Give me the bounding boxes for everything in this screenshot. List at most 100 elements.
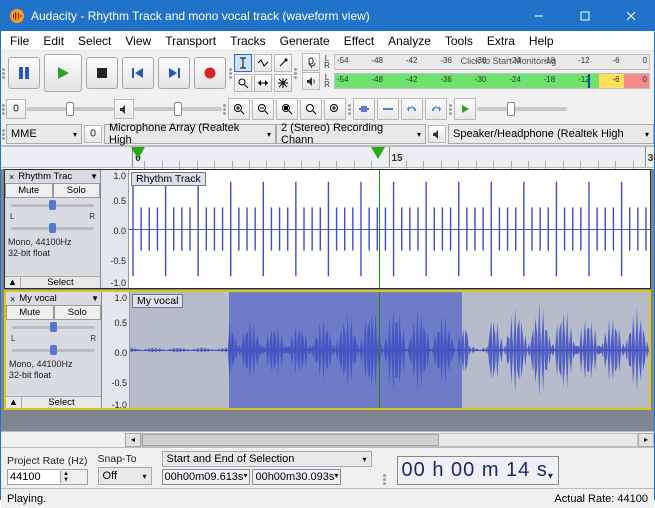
menu-view[interactable]: View (118, 32, 158, 50)
scroll-left-button[interactable]: ◂ (125, 433, 141, 447)
horizontal-scrollbar[interactable]: ◂ ▸ (1, 431, 654, 447)
transport-toolbar (6, 51, 228, 95)
scroll-track[interactable] (141, 433, 638, 447)
close-track-icon[interactable]: × (8, 294, 17, 304)
waveform-display[interactable]: Rhythm Track (129, 170, 650, 288)
chevron-down-icon[interactable]: ▼ (91, 294, 99, 303)
play-meter-icon[interactable] (302, 72, 320, 90)
snap-to-label: Snap-To (98, 453, 152, 465)
selection-end-field[interactable]: 00h00m30.093s▾ (252, 469, 341, 485)
project-rate-field[interactable]: ▲▼ (7, 469, 88, 485)
playback-meter[interactable]: -54-48-42-36-30-24-18-12-60 (334, 73, 650, 89)
timeline-ruler[interactable]: 01530 (1, 146, 654, 168)
toolbar-grip[interactable] (448, 104, 453, 115)
skip-end-button[interactable] (158, 57, 190, 89)
menu-file[interactable]: File (3, 32, 36, 50)
select-track-button[interactable]: Select (21, 277, 100, 288)
close-track-icon[interactable]: × (7, 172, 16, 182)
track-name-menu[interactable]: Rhythm Trac (18, 171, 88, 182)
menu-analyze[interactable]: Analyze (381, 32, 438, 50)
recording-meter[interactable]: Click to Start Monitoring -54-48-42-36-3… (334, 54, 650, 70)
menu-select[interactable]: Select (71, 32, 118, 50)
collapse-button[interactable]: ▲ (5, 277, 21, 288)
menu-edit[interactable]: Edit (36, 32, 71, 50)
fit-project-button[interactable] (300, 98, 322, 120)
track-control-panel[interactable]: ×Rhythm Trac▼MuteSoloLRMono, 44100Hz32-b… (5, 170, 101, 288)
skip-start-button[interactable] (122, 57, 154, 89)
menu-help[interactable]: Help (522, 32, 561, 50)
track-control-panel[interactable]: ×My vocal▼MuteSoloLRMono, 44100Hz32-bit … (6, 292, 102, 408)
trim-button[interactable] (353, 98, 375, 120)
track-name-menu[interactable]: My vocal (19, 293, 89, 304)
multi-tool[interactable] (274, 74, 292, 92)
collapse-button[interactable]: ▲ (6, 397, 22, 408)
menu-generate[interactable]: Generate (273, 32, 337, 50)
zoom-in-button[interactable] (228, 98, 250, 120)
redo-button[interactable] (425, 98, 447, 120)
chevron-down-icon[interactable]: ▼ (90, 172, 98, 181)
audio-position-field[interactable]: 00 h 00 m 14 s▾ (397, 456, 559, 485)
scroll-right-button[interactable]: ▸ (638, 433, 654, 447)
playhead-cursor (379, 170, 380, 288)
gain-slider[interactable] (11, 200, 94, 210)
waveform-display[interactable]: My vocal (130, 292, 649, 408)
stop-button[interactable] (86, 57, 118, 89)
menu-extra[interactable]: Extra (480, 32, 522, 50)
solo-button[interactable]: Solo (53, 183, 101, 198)
select-track-button[interactable]: Select (22, 397, 101, 408)
menu-tracks[interactable]: Tracks (223, 32, 273, 50)
snap-to-combo[interactable]: Off▾ (98, 467, 152, 485)
silence-button[interactable] (377, 98, 399, 120)
rec-vol-icon (6, 99, 26, 119)
audio-host-combo[interactable]: MME▾ (6, 124, 82, 144)
pause-button[interactable] (8, 57, 40, 89)
play-speed-slider[interactable] (477, 99, 567, 119)
maximize-button[interactable] (562, 1, 608, 31)
mic-icon (84, 125, 102, 143)
menu-tools[interactable]: Tools (438, 32, 480, 50)
play-volume-slider[interactable] (134, 99, 222, 119)
rec-device-combo[interactable]: Microphone Array (Realtek High▾ (104, 124, 276, 144)
rec-channels-combo[interactable]: 2 (Stereo) Recording Chann▾ (276, 124, 426, 144)
mute-button[interactable]: Mute (6, 305, 54, 320)
play-device-combo[interactable]: Speaker/Headphone (Realtek High▾ (448, 124, 654, 144)
envelope-tool[interactable] (254, 54, 272, 72)
gain-slider[interactable] (12, 322, 95, 332)
scroll-thumb[interactable] (142, 434, 439, 446)
undo-button[interactable] (401, 98, 423, 120)
mute-button[interactable]: Mute (5, 183, 53, 198)
close-button[interactable] (608, 1, 654, 31)
play-button[interactable] (44, 54, 82, 92)
toolbar-grip[interactable] (222, 104, 227, 115)
menu-transport[interactable]: Transport (158, 32, 223, 50)
rec-meter-icon[interactable] (302, 53, 320, 71)
zoom-out-button[interactable] (252, 98, 274, 120)
draw-tool[interactable] (274, 54, 292, 72)
pan-slider[interactable] (11, 223, 94, 233)
zoom-tool[interactable] (234, 74, 252, 92)
vertical-scale[interactable]: 1.00.50.0-0.5-1.0 (102, 292, 130, 408)
selection-mode-combo[interactable]: Start and End of Selection▾ (162, 451, 372, 467)
selection-start-field[interactable]: 00h00m09.613s▾ (162, 469, 251, 485)
toolbar-grip[interactable] (382, 474, 387, 485)
status-right: Actual Rate: 44100 (554, 493, 648, 505)
vertical-scale[interactable]: 1.00.50.0-0.5-1.0 (101, 170, 129, 288)
track[interactable]: ×Rhythm Trac▼MuteSoloLRMono, 44100Hz32-b… (4, 169, 651, 289)
clip-name-tag: Rhythm Track (131, 172, 206, 186)
zoom-toggle-button[interactable] (324, 98, 346, 120)
rec-volume-slider[interactable] (26, 99, 114, 119)
play-at-speed-button[interactable] (454, 98, 476, 120)
timeshift-tool[interactable] (254, 74, 272, 92)
pan-slider[interactable] (12, 345, 95, 355)
menu-effect[interactable]: Effect (337, 32, 381, 50)
toolbar-grip[interactable] (347, 104, 352, 115)
track[interactable]: ×My vocal▼MuteSoloLRMono, 44100Hz32-bit … (4, 290, 651, 410)
fit-selection-button[interactable] (276, 98, 298, 120)
record-button[interactable] (194, 57, 226, 89)
tracks-area: ×Rhythm Trac▼MuteSoloLRMono, 44100Hz32-b… (1, 169, 654, 431)
solo-button[interactable]: Solo (54, 305, 102, 320)
selection-tool[interactable] (234, 54, 252, 72)
track-format-info: Mono, 44100Hz32-bit float (5, 235, 100, 261)
selection-toolbar: Project Rate (Hz) ▲▼ Snap-To Off▾ Start … (1, 447, 654, 488)
minimize-button[interactable] (516, 1, 562, 31)
